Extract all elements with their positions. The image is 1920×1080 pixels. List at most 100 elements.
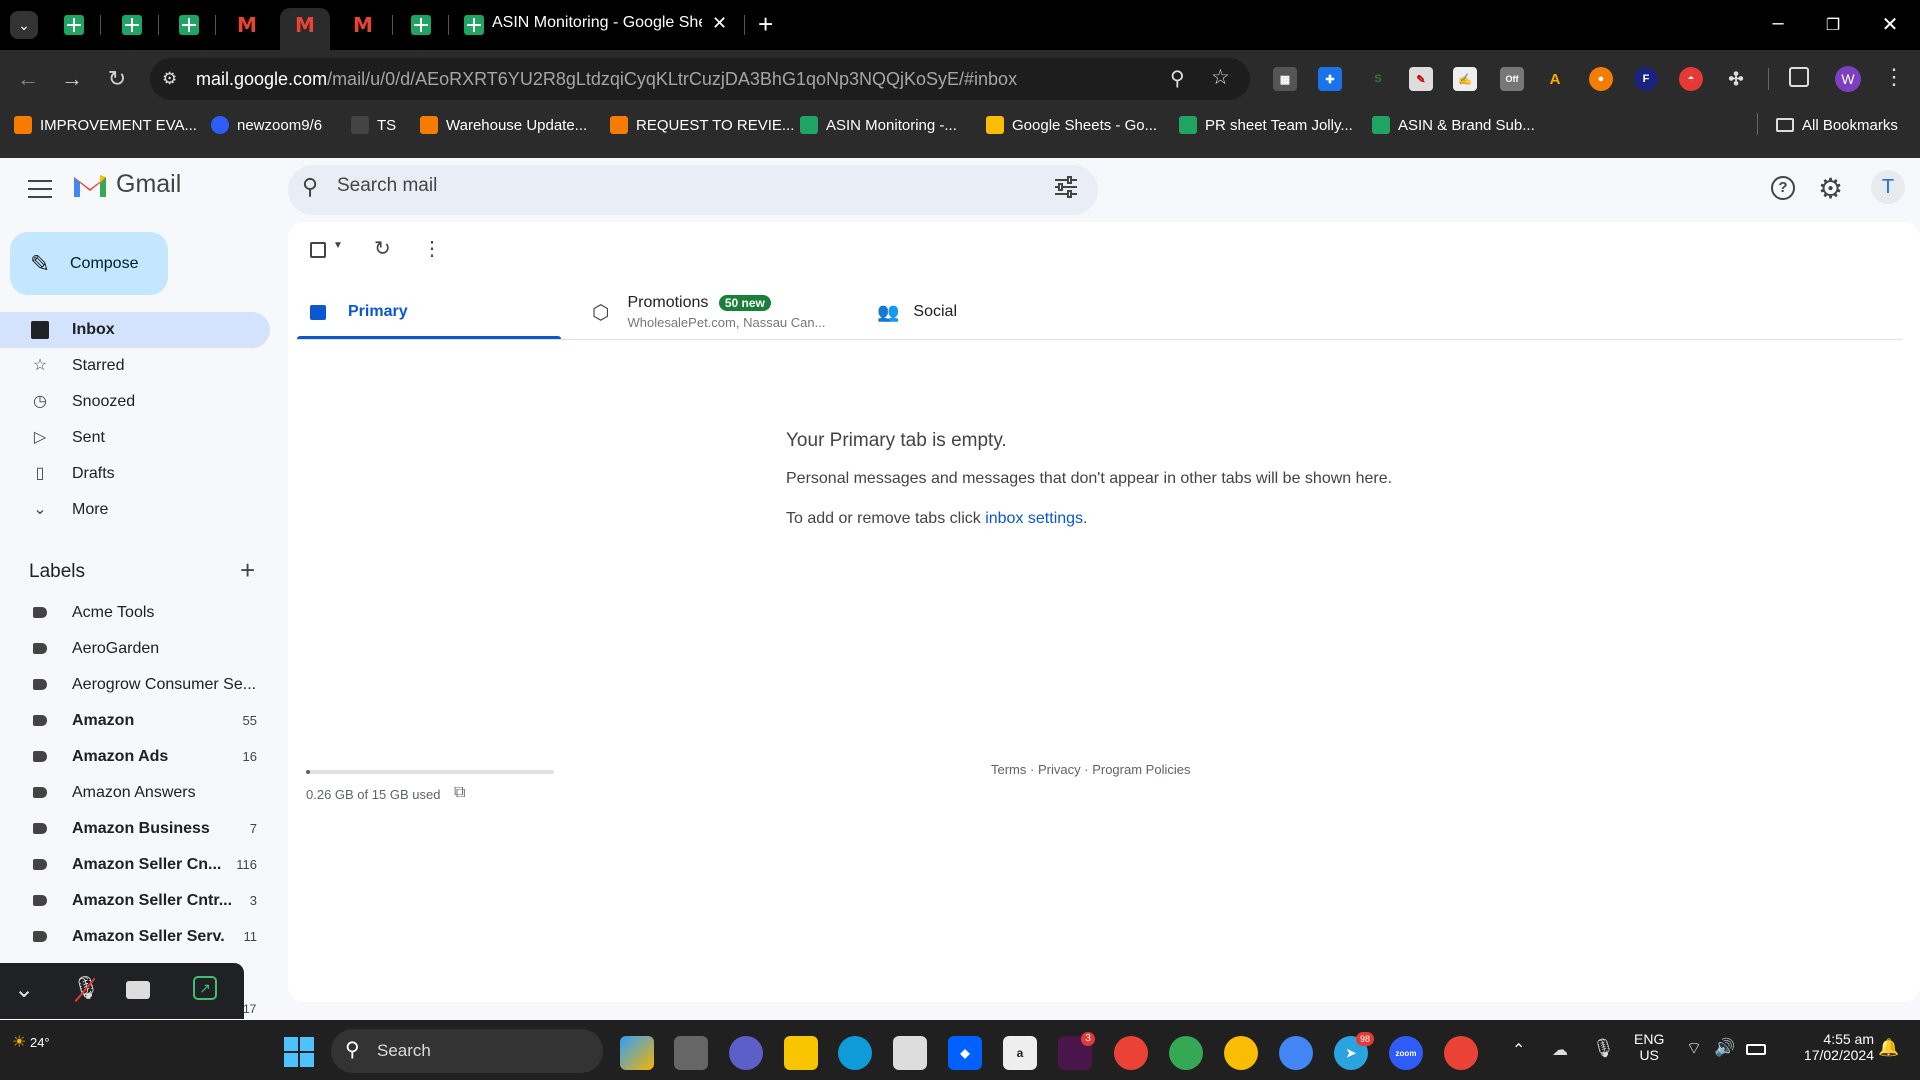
teams-chat-icon[interactable] <box>729 1036 763 1070</box>
more-options-icon[interactable]: ⋮ <box>422 236 442 261</box>
clock[interactable]: 4:55 am 17/02/2024 <box>1784 1031 1874 1063</box>
bookmark-0[interactable]: IMPROVEMENT EVA... <box>14 114 197 136</box>
close-window-icon[interactable]: ✕ <box>1875 12 1905 37</box>
search-icon[interactable]: ⚲ <box>302 174 318 200</box>
tab-sheets-4[interactable] <box>407 11 435 39</box>
refresh-icon[interactable]: ↻ <box>374 236 391 261</box>
off-extension-icon[interactable]: Off <box>1500 67 1524 91</box>
tab-gmail-1[interactable]: M <box>233 11 261 39</box>
wifi-icon[interactable]: ⌔ <box>1686 1038 1702 1059</box>
chrome-profile-5-icon[interactable] <box>1444 1036 1478 1070</box>
volume-icon[interactable]: 🔊 <box>1714 1038 1735 1058</box>
label-item[interactable]: Acme Tools <box>0 595 270 631</box>
select-all-checkbox[interactable] <box>310 242 326 258</box>
onedrive-icon[interactable]: ☁ <box>1552 1040 1568 1060</box>
all-bookmarks[interactable]: All Bookmarks <box>1776 114 1898 136</box>
orange-extension-icon[interactable]: ● <box>1589 67 1613 91</box>
tray-overflow-icon[interactable]: ⌃ <box>1512 1040 1525 1060</box>
weather-widget[interactable]: ☀ 24° <box>12 1032 50 1052</box>
sidebar-item-sent[interactable]: ▷ Sent <box>0 420 270 456</box>
tab-sheets-1[interactable] <box>60 11 88 39</box>
reload-icon[interactable]: ↻ <box>102 66 132 92</box>
share-screen-icon[interactable]: ↗ <box>193 976 217 1000</box>
label-item[interactable]: Aerogrow Consumer Se... <box>0 667 270 703</box>
help-icon[interactable]: ? <box>1771 176 1795 200</box>
label-item[interactable]: Amazon Business 7 <box>0 811 270 847</box>
side-panel-icon[interactable] <box>1789 67 1809 87</box>
chrome-profile-1-icon[interactable] <box>1114 1036 1148 1070</box>
chrome-menu-icon[interactable]: ⋮ <box>1883 64 1905 90</box>
label-item[interactable]: Amazon Seller Cn... 116 <box>0 847 270 883</box>
task-view-icon[interactable] <box>674 1036 708 1070</box>
sign-extension-icon[interactable]: ✍ <box>1453 67 1477 91</box>
search-input[interactable]: Search mail <box>337 175 437 197</box>
forward-icon[interactable]: → <box>57 66 87 92</box>
bookmark-3[interactable]: Warehouse Update... <box>420 114 587 136</box>
back-icon[interactable]: ← <box>13 66 43 92</box>
store-icon[interactable] <box>893 1036 927 1070</box>
gmail-logo[interactable]: Gmail <box>72 170 181 199</box>
label-item[interactable]: Amazon Answers <box>0 775 270 811</box>
video-camera-icon[interactable] <box>126 981 150 999</box>
tab-asin-monitoring-title[interactable]: ASIN Monitoring - Google Shee <box>492 14 702 32</box>
privacy-link[interactable]: Privacy <box>1038 762 1081 777</box>
qr-extension-icon[interactable]: ▦ <box>1273 67 1297 91</box>
label-item[interactable]: Amazon Seller Serv. 11 <box>0 919 270 955</box>
doc-extension-icon[interactable]: ✎ <box>1409 67 1433 91</box>
search-options-icon[interactable] <box>1054 176 1078 198</box>
zoom-icon[interactable]: zoom <box>1389 1036 1423 1070</box>
bookmark-4[interactable]: REQUEST TO REVIE... <box>610 114 794 136</box>
minimize-icon[interactable]: – <box>1763 12 1793 35</box>
label-item[interactable]: AeroGarden <box>0 631 270 667</box>
language-indicator[interactable]: ENG US <box>1634 1031 1664 1063</box>
close-tab-icon[interactable]: ✕ <box>712 13 727 34</box>
battery-icon[interactable] <box>1746 1044 1766 1055</box>
account-avatar[interactable]: T <box>1871 170 1905 204</box>
create-label-icon[interactable]: + <box>240 555 255 586</box>
notification-bell-icon[interactable]: 🔔 <box>1878 1038 1899 1058</box>
bookmark-2[interactable]: TS <box>351 114 396 136</box>
compose-button[interactable]: ✎ Compose <box>10 232 168 295</box>
settings-gear-icon[interactable]: ⚙ <box>1818 172 1843 205</box>
tab-gmail-3[interactable]: M <box>349 11 377 39</box>
bookmark-6[interactable]: Google Sheets - Go... <box>986 114 1157 136</box>
collapse-chevron-icon[interactable]: ⌄ <box>14 975 34 1004</box>
bookmark-star-icon[interactable]: ☆ <box>1211 65 1230 90</box>
file-explorer-icon[interactable] <box>784 1036 818 1070</box>
open-external-icon[interactable]: ⧉ <box>454 784 465 802</box>
start-button[interactable] <box>284 1037 314 1067</box>
blue-extension-icon[interactable]: ✚ <box>1318 67 1342 91</box>
pokeball-extension-icon[interactable]: ◓ <box>1679 67 1703 91</box>
label-item[interactable]: Amazon Ads 16 <box>0 739 270 775</box>
puzzle-extensions-icon[interactable]: ✣ <box>1724 67 1748 91</box>
chrome-profile-4-icon[interactable] <box>1279 1036 1313 1070</box>
s-extension-icon[interactable]: S <box>1366 67 1390 91</box>
tab-primary[interactable]: Primary <box>297 284 561 340</box>
tab-sheets-3[interactable] <box>175 11 203 39</box>
sidebar-item-inbox[interactable]: Inbox <box>0 312 270 348</box>
select-dropdown-icon[interactable]: ▼ <box>333 240 343 251</box>
restore-icon[interactable]: ❐ <box>1818 15 1848 35</box>
terms-link[interactable]: Terms <box>991 762 1026 777</box>
tab-social[interactable]: 👥 Social <box>862 284 1126 340</box>
chrome-profile-2-icon[interactable] <box>1169 1036 1203 1070</box>
profile-avatar[interactable]: W <box>1835 66 1861 92</box>
dropbox-icon[interactable]: ◆ <box>948 1036 982 1070</box>
bookmark-5[interactable]: ASIN Monitoring -... <box>800 114 957 136</box>
tab-sheets-2[interactable] <box>118 11 146 39</box>
sidebar-item-more[interactable]: ⌄ More <box>0 492 270 528</box>
label-item[interactable]: Amazon Seller Cntr... 3 <box>0 883 270 919</box>
tab-search-button[interactable]: ⌄ <box>10 11 38 39</box>
program-policies-link[interactable]: Program Policies <box>1092 762 1190 777</box>
inbox-settings-link[interactable]: inbox settings <box>985 510 1083 527</box>
amazon-icon[interactable]: a <box>1003 1036 1037 1070</box>
copilot-icon[interactable] <box>620 1036 654 1070</box>
bookmark-8[interactable]: ASIN & Brand Sub... <box>1372 114 1535 136</box>
edge-icon[interactable] <box>838 1036 872 1070</box>
scout-extension-icon[interactable]: A <box>1543 67 1567 91</box>
chrome-profile-3-icon[interactable] <box>1224 1036 1258 1070</box>
sidebar-item-snoozed[interactable]: ◷ Snoozed <box>0 384 270 420</box>
site-info-icon[interactable]: ⚙ <box>162 69 177 89</box>
sidebar-item-starred[interactable]: ☆ Starred <box>0 348 270 384</box>
new-tab-icon[interactable]: + <box>758 9 773 40</box>
